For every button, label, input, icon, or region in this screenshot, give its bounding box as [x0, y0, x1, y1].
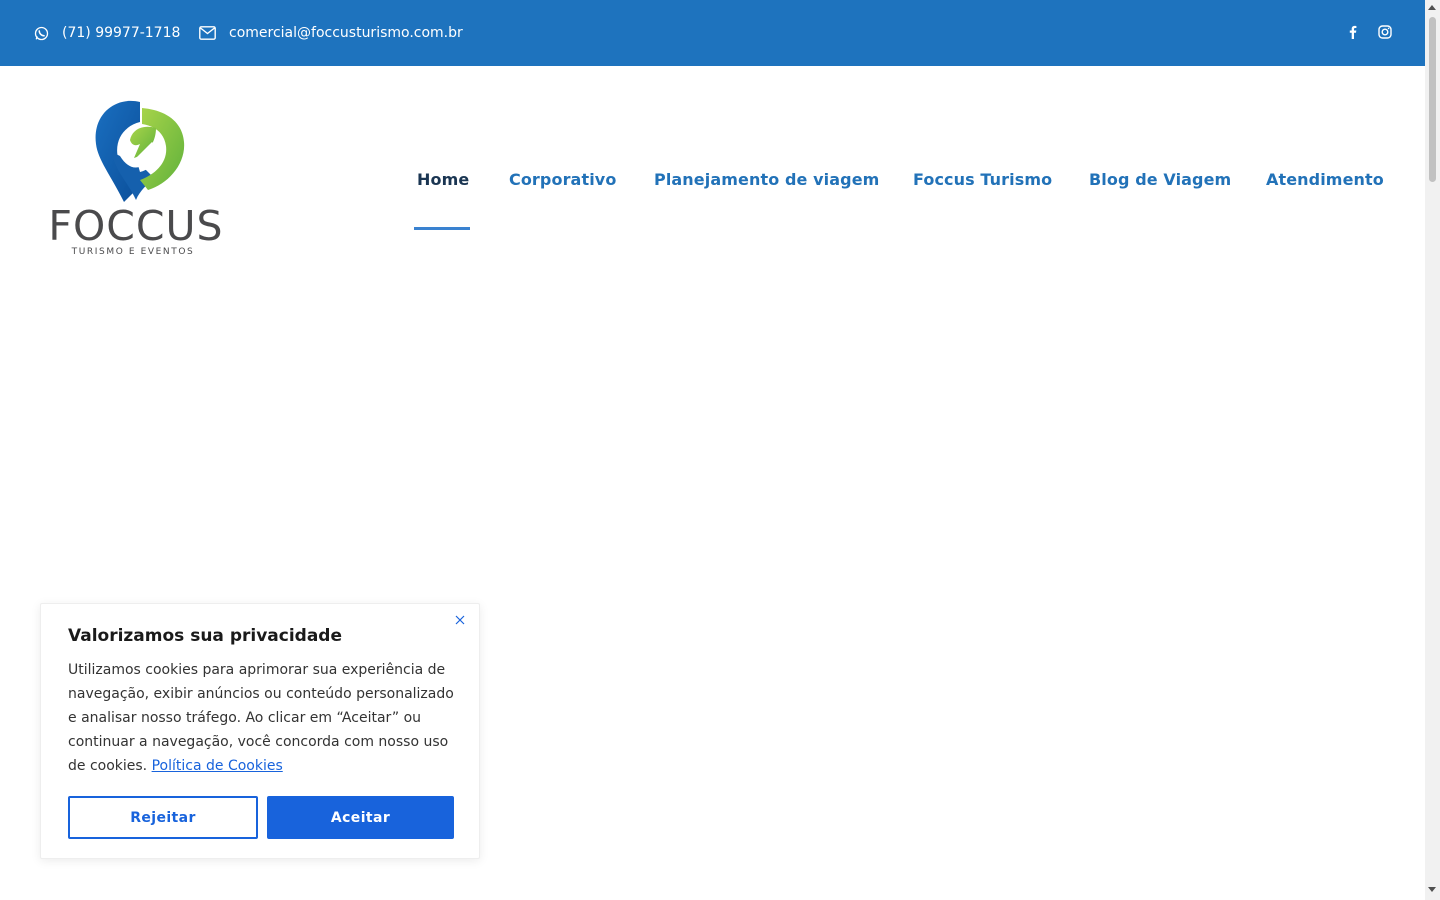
- instagram-icon[interactable]: [1377, 24, 1393, 40]
- cookie-policy-link[interactable]: Política de Cookies: [152, 758, 283, 774]
- logo-wordmark: FOCCUS: [48, 202, 223, 250]
- scrollbar[interactable]: [1425, 0, 1440, 900]
- email-address: comercial@foccusturismo.com.br: [229, 25, 463, 41]
- active-nav-indicator: [414, 227, 470, 230]
- accept-button[interactable]: Aceitar: [267, 796, 454, 839]
- scroll-thumb[interactable]: [1429, 17, 1436, 182]
- top-contact-bar: (71) 99977-1718 comercial@foccusturismo.…: [0, 0, 1425, 66]
- whatsapp-icon: [34, 26, 49, 40]
- scroll-up-arrow-icon[interactable]: [1428, 5, 1436, 10]
- page: (71) 99977-1718 comercial@foccusturismo.…: [0, 0, 1440, 900]
- phone-number: (71) 99977-1718: [62, 25, 181, 41]
- nav-item-corporativo[interactable]: Corporativo: [509, 170, 616, 189]
- logo-graphic: FOCCUS TURISMO E EVENTOS: [48, 100, 223, 257]
- cookie-consent-banner: Valorizamos sua privacidade Utilizamos c…: [40, 603, 480, 859]
- scroll-down-arrow-icon[interactable]: [1428, 887, 1436, 892]
- nav-item-foccus-turismo[interactable]: Foccus Turismo: [913, 170, 1052, 189]
- phone-contact[interactable]: (71) 99977-1718: [34, 0, 180, 66]
- nav-item-planejamento[interactable]: Planejamento de viagem: [654, 170, 879, 189]
- close-icon[interactable]: [452, 612, 468, 628]
- foccus-logo[interactable]: FOCCUS TURISMO E EVENTOS: [44, 100, 228, 260]
- cookie-title: Valorizamos sua privacidade: [68, 626, 343, 646]
- logo-tagline: TURISMO E EVENTOS: [71, 247, 195, 257]
- email-contact[interactable]: comercial@foccusturismo.com.br: [199, 0, 463, 66]
- cookie-description: Utilizamos cookies para aprimorar sua ex…: [68, 659, 460, 779]
- facebook-icon[interactable]: [1345, 24, 1361, 40]
- nav-item-blog[interactable]: Blog de Viagem: [1089, 170, 1231, 189]
- envelope-icon: [199, 26, 216, 40]
- nav-item-atendimento[interactable]: Atendimento: [1266, 170, 1384, 189]
- reject-button[interactable]: Rejeitar: [68, 796, 258, 839]
- nav-item-home[interactable]: Home: [417, 170, 469, 189]
